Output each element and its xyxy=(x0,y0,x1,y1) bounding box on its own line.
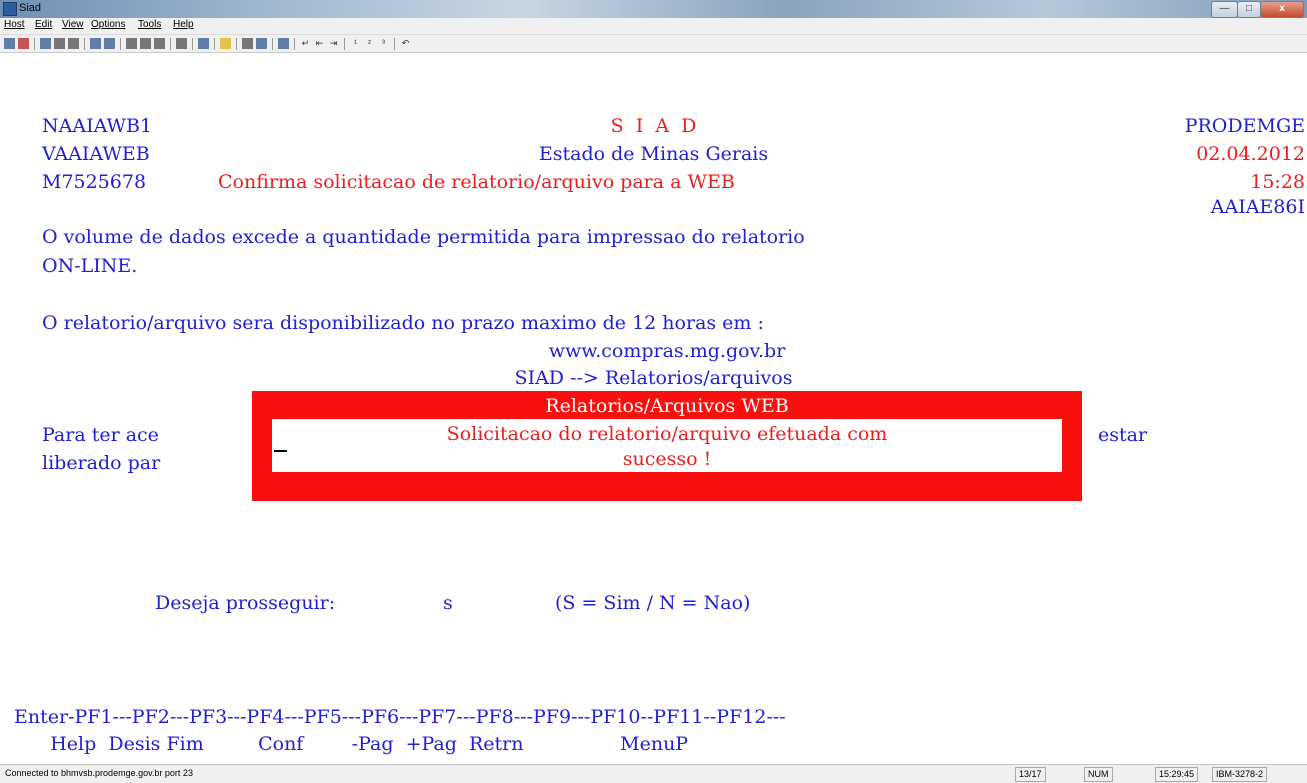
menu-bar: Host Edit View Options Tools Help xyxy=(0,18,1307,35)
toolbar-separator xyxy=(192,38,193,50)
toolbar-separator xyxy=(236,38,237,50)
prompt-input[interactable]: s xyxy=(443,591,453,615)
more-icon[interactable] xyxy=(176,38,187,49)
prompt-label: Deseja prosseguir: xyxy=(155,592,336,614)
macro-record-icon[interactable] xyxy=(90,38,101,49)
minimize-button[interactable]: — xyxy=(1211,1,1238,18)
status-bar: Connected to bhmvsb.prodemge.gov.br port… xyxy=(0,764,1307,783)
send-file-icon[interactable] xyxy=(40,38,51,49)
pa3-icon[interactable]: ³ xyxy=(378,38,389,49)
menu-options[interactable]: Options xyxy=(91,19,125,30)
popup-title: Relatorios/Arquivos WEB xyxy=(545,395,789,417)
screen-code: AAIAE86I xyxy=(1210,196,1305,218)
paste-icon[interactable] xyxy=(154,38,165,49)
volume-message: O volume de dados excede a quantidade pe… xyxy=(42,226,805,248)
popup-body: Solicitacao do relatorio/arquivo efetuad… xyxy=(272,419,1062,472)
popup-message-line1: Solicitacao do relatorio/arquivo efetuad… xyxy=(446,423,888,445)
access-text-right: estar xyxy=(1098,424,1148,446)
title-bar: Siad — □ x xyxy=(0,0,1307,18)
access-text-line2: liberado par xyxy=(42,452,161,474)
screen-time: 15:28 xyxy=(1250,171,1305,193)
print-icon[interactable] xyxy=(68,38,79,49)
online-label: ON-LINE. xyxy=(42,255,138,277)
receive-file-icon[interactable] xyxy=(54,38,65,49)
toolbar-separator xyxy=(214,38,215,50)
undo-icon[interactable]: ↶ xyxy=(400,38,411,49)
enter-icon[interactable]: ↵ xyxy=(300,38,311,49)
toolbar-separator xyxy=(170,38,171,50)
tab-icon[interactable]: ⇥ xyxy=(328,38,339,49)
menu-help[interactable]: Help xyxy=(173,19,194,30)
status-time: 15:29:45 xyxy=(1155,767,1199,782)
backtab-icon[interactable]: ⇤ xyxy=(314,38,325,49)
keyboard-map-icon[interactable] xyxy=(198,38,209,49)
popup-message-line2: sucesso ! xyxy=(622,448,712,470)
prompt-hint: (S = Sim / N = Nao) xyxy=(555,592,751,614)
toolbar-separator xyxy=(272,38,273,50)
pa1-icon[interactable]: ¹ xyxy=(350,38,361,49)
terminal-cursor xyxy=(274,426,287,452)
num-lock-indicator: NUM xyxy=(1084,767,1113,782)
toolbar-separator xyxy=(344,38,345,50)
company-name: PRODEMGE xyxy=(1184,115,1305,137)
confirmation-popup: Relatorios/Arquivos WEB Solicitacao do r… xyxy=(252,391,1082,501)
pf-keys-labels[interactable]: Help Desis Fim Conf -Pag +Pag Retrn Menu… xyxy=(14,732,688,756)
website-url: www.compras.mg.gov.br xyxy=(548,340,786,362)
toolbar-separator xyxy=(120,38,121,50)
close-button[interactable]: x xyxy=(1260,1,1304,18)
connection-status: Connected to bhmvsb.prodemge.gov.br port… xyxy=(5,768,193,778)
menu-tools[interactable]: Tools xyxy=(138,19,161,30)
pf-keys-line: Enter-PF1---PF2---PF3---PF4---PF5---PF6-… xyxy=(14,706,786,728)
app-icon xyxy=(3,2,17,16)
window-title: Siad xyxy=(19,2,42,14)
access-text-line1: Para ter ace xyxy=(42,424,159,446)
display-icon[interactable] xyxy=(242,38,253,49)
screen-date: 02.04.2012 xyxy=(1196,143,1305,165)
menu-view[interactable]: View xyxy=(62,19,84,30)
macro-play-icon[interactable] xyxy=(104,38,115,49)
home-icon[interactable] xyxy=(278,38,289,49)
settings-icon[interactable] xyxy=(256,38,267,49)
menu-host[interactable]: Host xyxy=(4,19,25,30)
menu-path: SIAD --> Relatorios/arquivos xyxy=(514,367,793,389)
menu-edit[interactable]: Edit xyxy=(35,19,52,30)
user-id: M7525678 xyxy=(42,171,147,193)
availability-message: O relatorio/arquivo sera disponibilizado… xyxy=(42,312,764,334)
screen-title: Confirma solicitacao de relatorio/arquiv… xyxy=(218,171,735,193)
toolbar-separator xyxy=(34,38,35,50)
disconnect-icon[interactable] xyxy=(18,38,29,49)
pa2-icon[interactable]: ² xyxy=(364,38,375,49)
connect-icon[interactable] xyxy=(4,38,15,49)
toolbar: ↵ ⇤ ⇥ ¹ ² ³ ↶ xyxy=(0,35,1307,53)
cut-icon[interactable] xyxy=(126,38,137,49)
copy-icon[interactable] xyxy=(140,38,151,49)
maximize-button[interactable]: □ xyxy=(1237,1,1261,18)
terminal-model: IBM-3278-2 xyxy=(1212,767,1268,782)
attention-icon[interactable] xyxy=(220,38,231,49)
toolbar-separator xyxy=(84,38,85,50)
cursor-position: 13/17 xyxy=(1015,767,1046,782)
toolbar-separator xyxy=(394,38,395,50)
toolbar-separator xyxy=(294,38,295,50)
